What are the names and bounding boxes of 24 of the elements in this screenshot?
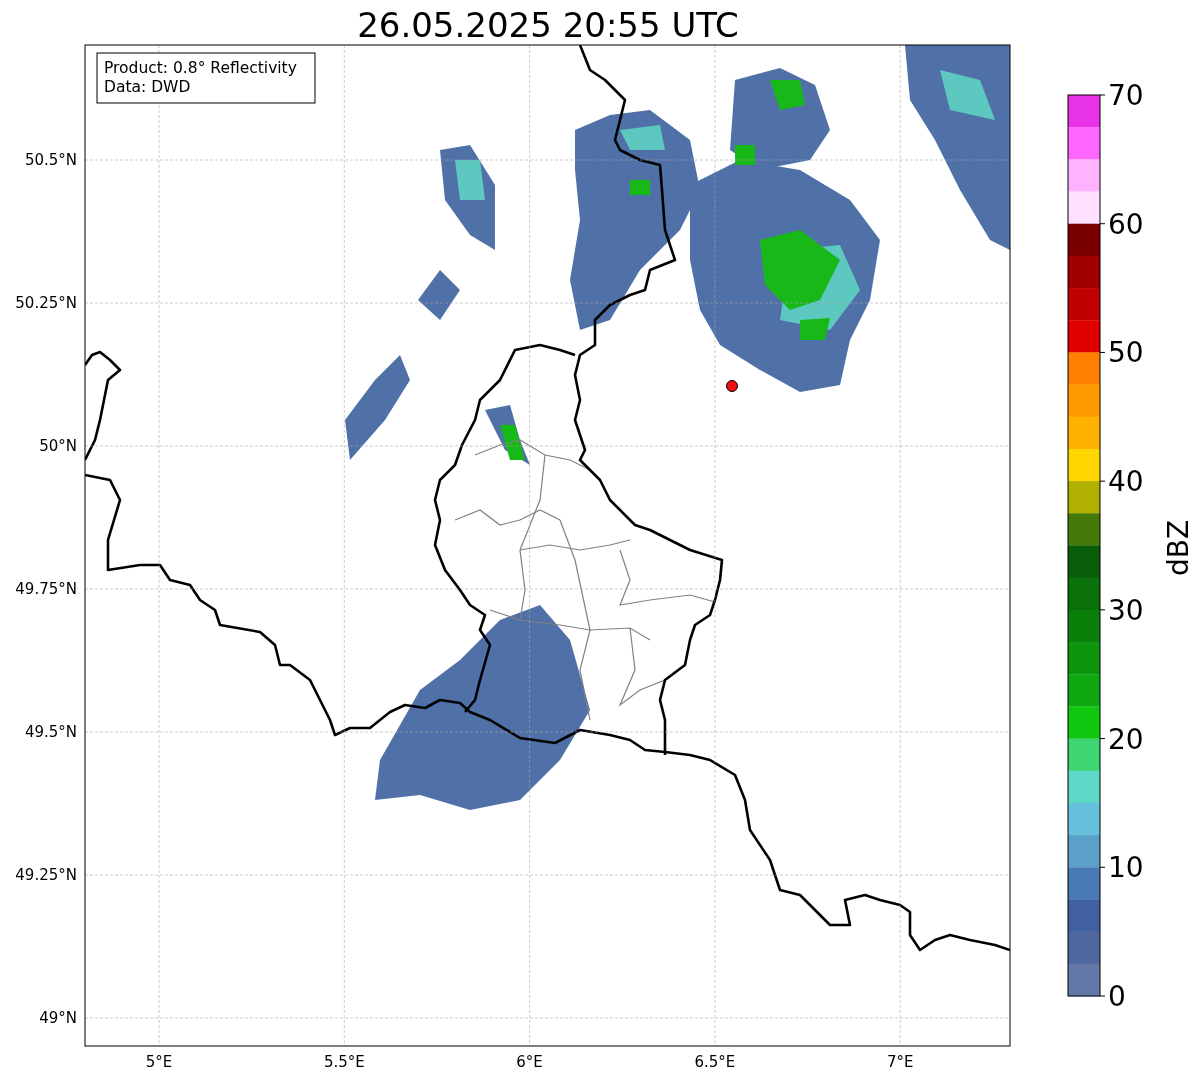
colorbar-tick-label: 10	[1108, 851, 1144, 885]
legend-text: Product: 0.8° Reflectivity	[104, 59, 297, 77]
x-axis-label: 7°E	[886, 1053, 914, 1071]
y-axis-label: 50.5°N	[24, 151, 77, 169]
y-axis-label: 49.5°N	[24, 723, 77, 741]
colorbar-tick-label: 70	[1108, 79, 1144, 112]
y-axis-label: 49.75°N	[15, 580, 77, 598]
colorbar-tick-label: 60	[1108, 207, 1144, 241]
y-axis-label: 50.25°N	[15, 294, 77, 312]
colorbar-tick-label: 40	[1108, 465, 1144, 499]
colorbar-tick-label: 30	[1108, 593, 1144, 627]
colorbar-tick-label: 0	[1108, 980, 1126, 1013]
y-axis-label: 50°N	[39, 437, 77, 455]
x-axis-label: 5.5°E	[323, 1053, 365, 1071]
y-axis-label: 49°N	[39, 1009, 77, 1027]
x-axis-label: 6.5°E	[694, 1053, 736, 1071]
y-axis-label: 49.25°N	[15, 866, 77, 884]
legend-text: Data: DWD	[104, 78, 191, 96]
colorbar-tick-label: 20	[1108, 722, 1144, 756]
chart-title: 26.05.2025 20:55 UTC	[357, 5, 739, 45]
colorbar-tick-label: 50	[1108, 336, 1144, 370]
colorbar-label: dBZ	[1162, 519, 1195, 577]
x-axis-label: 6°E	[516, 1053, 543, 1071]
x-axis-label: 5°E	[145, 1053, 173, 1071]
